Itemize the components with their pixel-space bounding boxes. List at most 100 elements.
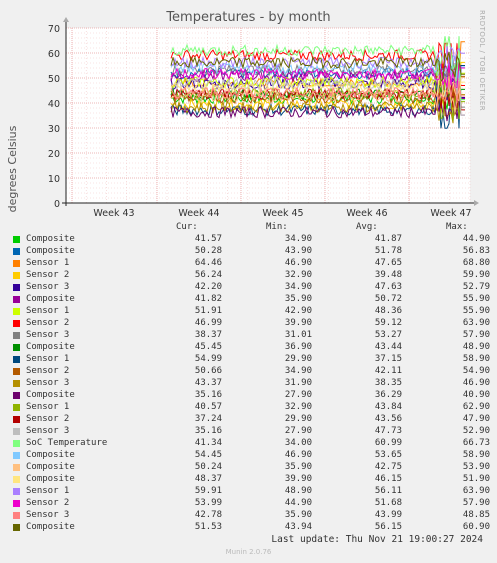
legend-max-value: 68.80 xyxy=(462,258,490,268)
legend-series-name: Sensor 1 xyxy=(26,402,70,412)
legend-cur-value: 45.45 xyxy=(194,342,222,352)
legend-series-name: Sensor 3 xyxy=(26,282,70,292)
legend-row: Composite 35.16 27.90 36.29 40.90 xyxy=(0,390,497,402)
y-tick-label: 10 xyxy=(48,174,60,185)
legend-max-value: 58.90 xyxy=(462,354,490,364)
legend-max-value: 44.90 xyxy=(462,234,490,244)
legend-max-value: 58.90 xyxy=(462,450,490,460)
legend-row: Composite 50.28 43.90 51.78 56.83 xyxy=(0,246,497,258)
legend-header-max: Max: xyxy=(446,222,468,232)
legend-series-name: Sensor 3 xyxy=(26,330,70,340)
legend-avg-value: 47.65 xyxy=(374,258,402,268)
legend-series-name: Sensor 2 xyxy=(26,366,70,376)
legend-min-value: 29.90 xyxy=(284,354,312,364)
legend-swatch xyxy=(13,320,20,327)
legend-series-name: Composite xyxy=(26,390,75,400)
y-tick-label: 0 xyxy=(54,199,60,210)
y-axis-arrow xyxy=(63,17,69,22)
legend-swatch xyxy=(13,524,20,531)
legend-swatch xyxy=(13,308,20,315)
legend-row: Sensor 3 38.37 31.01 53.27 57.90 xyxy=(0,330,497,342)
legend-avg-value: 42.75 xyxy=(374,462,402,472)
legend-cur-value: 42.20 xyxy=(194,282,222,292)
legend-cur-value: 41.34 xyxy=(194,438,222,448)
legend-row: Sensor 3 42.20 34.90 47.63 52.79 xyxy=(0,282,497,294)
legend-cur-value: 35.16 xyxy=(194,426,222,436)
legend-swatch xyxy=(13,488,20,495)
legend-swatch xyxy=(13,428,20,435)
legend-cur-value: 50.28 xyxy=(194,246,222,256)
legend-min-value: 31.90 xyxy=(284,378,312,388)
legend-avg-value: 41.87 xyxy=(374,234,402,244)
legend-avg-value: 39.48 xyxy=(374,270,402,280)
legend-series-name: Composite xyxy=(26,450,75,460)
legend-max-value: 59.90 xyxy=(462,270,490,280)
legend-max-value: 57.90 xyxy=(462,330,490,340)
legend-avg-value: 48.36 xyxy=(374,306,402,316)
legend-avg-value: 43.84 xyxy=(374,402,402,412)
legend-min-value: 46.90 xyxy=(284,258,312,268)
legend-max-value: 48.85 xyxy=(462,510,490,520)
legend-avg-value: 47.73 xyxy=(374,426,402,436)
legend-max-value: 46.90 xyxy=(462,378,490,388)
legend-swatch xyxy=(13,356,20,363)
legend-min-value: 35.90 xyxy=(284,510,312,520)
legend-swatch xyxy=(13,380,20,387)
y-tick-label: 40 xyxy=(48,99,60,110)
legend-series-name: Composite xyxy=(26,234,75,244)
legend-row: Composite 54.45 46.90 53.65 58.90 xyxy=(0,450,497,462)
y-tick-label: 60 xyxy=(48,49,60,60)
legend-max-value: 52.90 xyxy=(462,426,490,436)
legend-swatch xyxy=(13,500,20,507)
legend-swatch xyxy=(13,452,20,459)
legend-min-value: 34.00 xyxy=(284,438,312,448)
legend-swatch xyxy=(13,332,20,339)
legend-row: Sensor 2 53.99 44.90 51.68 57.90 xyxy=(0,498,497,510)
y-tick-label: 20 xyxy=(48,149,60,160)
legend-max-value: 55.90 xyxy=(462,306,490,316)
legend-avg-value: 36.29 xyxy=(374,390,402,400)
legend-cur-value: 51.53 xyxy=(194,522,222,532)
legend-cur-value: 54.45 xyxy=(194,450,222,460)
legend-swatch xyxy=(13,296,20,303)
legend-series-name: Composite xyxy=(26,522,75,532)
legend-avg-value: 43.99 xyxy=(374,510,402,520)
legend-max-value: 62.90 xyxy=(462,402,490,412)
legend-swatch xyxy=(13,440,20,447)
legend-row: Composite 45.45 36.90 43.44 48.90 xyxy=(0,342,497,354)
legend-min-value: 43.94 xyxy=(284,522,312,532)
legend-max-value: 56.83 xyxy=(462,246,490,256)
legend-avg-value: 51.78 xyxy=(374,246,402,256)
last-update-text: Last update: Thu Nov 21 19:00:27 2024 xyxy=(271,534,483,545)
legend-avg-value: 47.63 xyxy=(374,282,402,292)
legend-max-value: 47.90 xyxy=(462,414,490,424)
y-tick-label: 50 xyxy=(48,74,60,85)
legend-series-name: Sensor 1 xyxy=(26,306,70,316)
legend-row: Sensor 1 64.46 46.90 47.65 68.80 xyxy=(0,258,497,270)
legend-avg-value: 59.12 xyxy=(374,318,402,328)
legend-series-name: Composite xyxy=(26,246,75,256)
legend-min-value: 44.90 xyxy=(284,498,312,508)
legend-swatch xyxy=(13,404,20,411)
legend-cur-value: 64.46 xyxy=(194,258,222,268)
legend-swatch xyxy=(13,248,20,255)
legend-header-cur: Cur: xyxy=(176,222,198,232)
legend-cur-value: 41.82 xyxy=(194,294,222,304)
legend-max-value: 55.90 xyxy=(462,294,490,304)
legend-swatch xyxy=(13,344,20,351)
legend-min-value: 29.90 xyxy=(284,414,312,424)
legend-min-value: 39.90 xyxy=(284,318,312,328)
legend-max-value: 40.90 xyxy=(462,390,490,400)
legend-series-name: Composite xyxy=(26,294,75,304)
legend-row: Sensor 2 50.66 34.90 42.11 54.90 xyxy=(0,366,497,378)
legend-max-value: 63.90 xyxy=(462,318,490,328)
legend-cur-value: 35.16 xyxy=(194,390,222,400)
legend-row: Composite 50.24 35.90 42.75 53.90 xyxy=(0,462,497,474)
legend-row: SoC Temperature 41.34 34.00 60.99 66.73 xyxy=(0,438,497,450)
legend-cur-value: 56.24 xyxy=(194,270,222,280)
legend-cur-value: 48.37 xyxy=(194,474,222,484)
legend-max-value: 60.90 xyxy=(462,522,490,532)
legend-min-value: 34.90 xyxy=(284,234,312,244)
legend-max-value: 57.90 xyxy=(462,498,490,508)
legend-row: Sensor 1 40.57 32.90 43.84 62.90 xyxy=(0,402,497,414)
